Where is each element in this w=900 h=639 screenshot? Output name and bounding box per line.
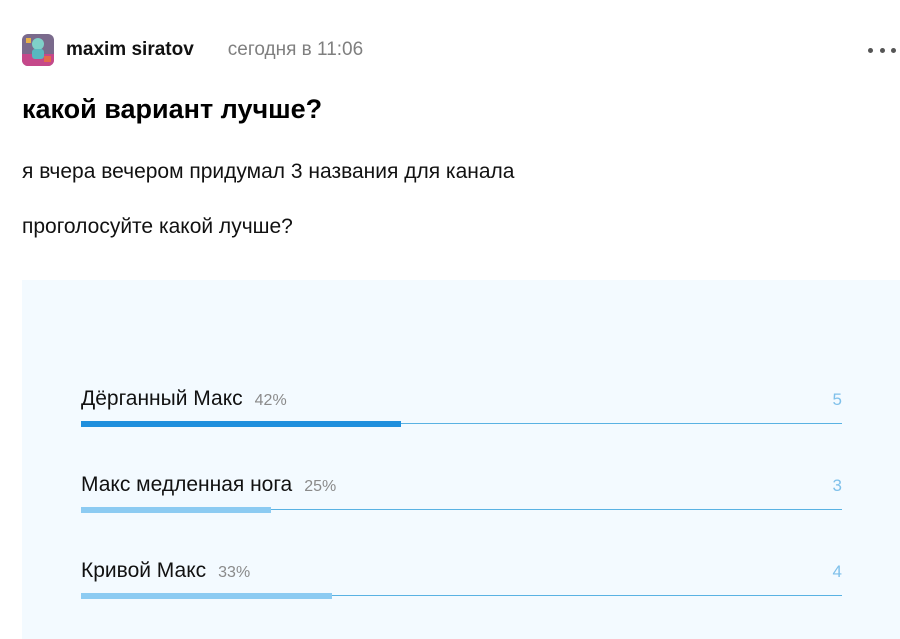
poll-option-bar [81,507,272,513]
poll-option-text: Макс медленная нога [81,473,293,496]
poll-option-label: Кривой Макс 33% [81,559,250,583]
poll-option-percent: 25% [304,478,337,495]
poll-option-text: Кривой Макс [81,559,207,582]
poll-option-label: Дёрганный Макс 42% [81,387,287,411]
post: maxim siratov сегодня в 11:06 какой вари… [0,0,900,639]
post-timestamp[interactable]: сегодня в 11:06 [228,39,363,61]
post-header: maxim siratov сегодня в 11:06 [22,32,900,68]
post-paragraph: я вчера вечером придумал 3 названия для … [22,160,515,183]
poll: Дёрганный Макс 42% 5 Макс медленная нога 2… [22,280,900,639]
poll-option[interactable]: Кривой Макс 33% 4 [81,559,842,599]
poll-option[interactable]: Макс медленная нога 25% 3 [81,473,842,513]
more-horizontal-icon[interactable] [868,40,896,60]
poll-option-percent: 42% [254,392,287,409]
poll-option-bar [81,421,401,427]
poll-option[interactable]: Дёрганный Макс 42% 5 [81,387,842,427]
poll-option-votes: 4 [832,562,842,581]
poll-option-votes: 3 [832,476,842,495]
avatar-image [22,34,54,66]
post-title: какой вариант лучше? [22,94,323,124]
poll-option-votes: 5 [832,390,842,409]
author-name[interactable]: maxim siratov [66,39,194,61]
poll-option-bar [81,593,333,599]
poll-option-percent: 33% [218,564,251,581]
poll-option-label: Макс медленная нога 25% [81,473,336,497]
more-dot [868,47,873,53]
more-dot [891,47,896,53]
more-dot [879,47,885,53]
poll-option-text: Дёрганный Макс [81,387,243,410]
author-avatar[interactable] [22,34,54,66]
post-paragraph: проголосуйте какой лучше? [22,215,293,238]
